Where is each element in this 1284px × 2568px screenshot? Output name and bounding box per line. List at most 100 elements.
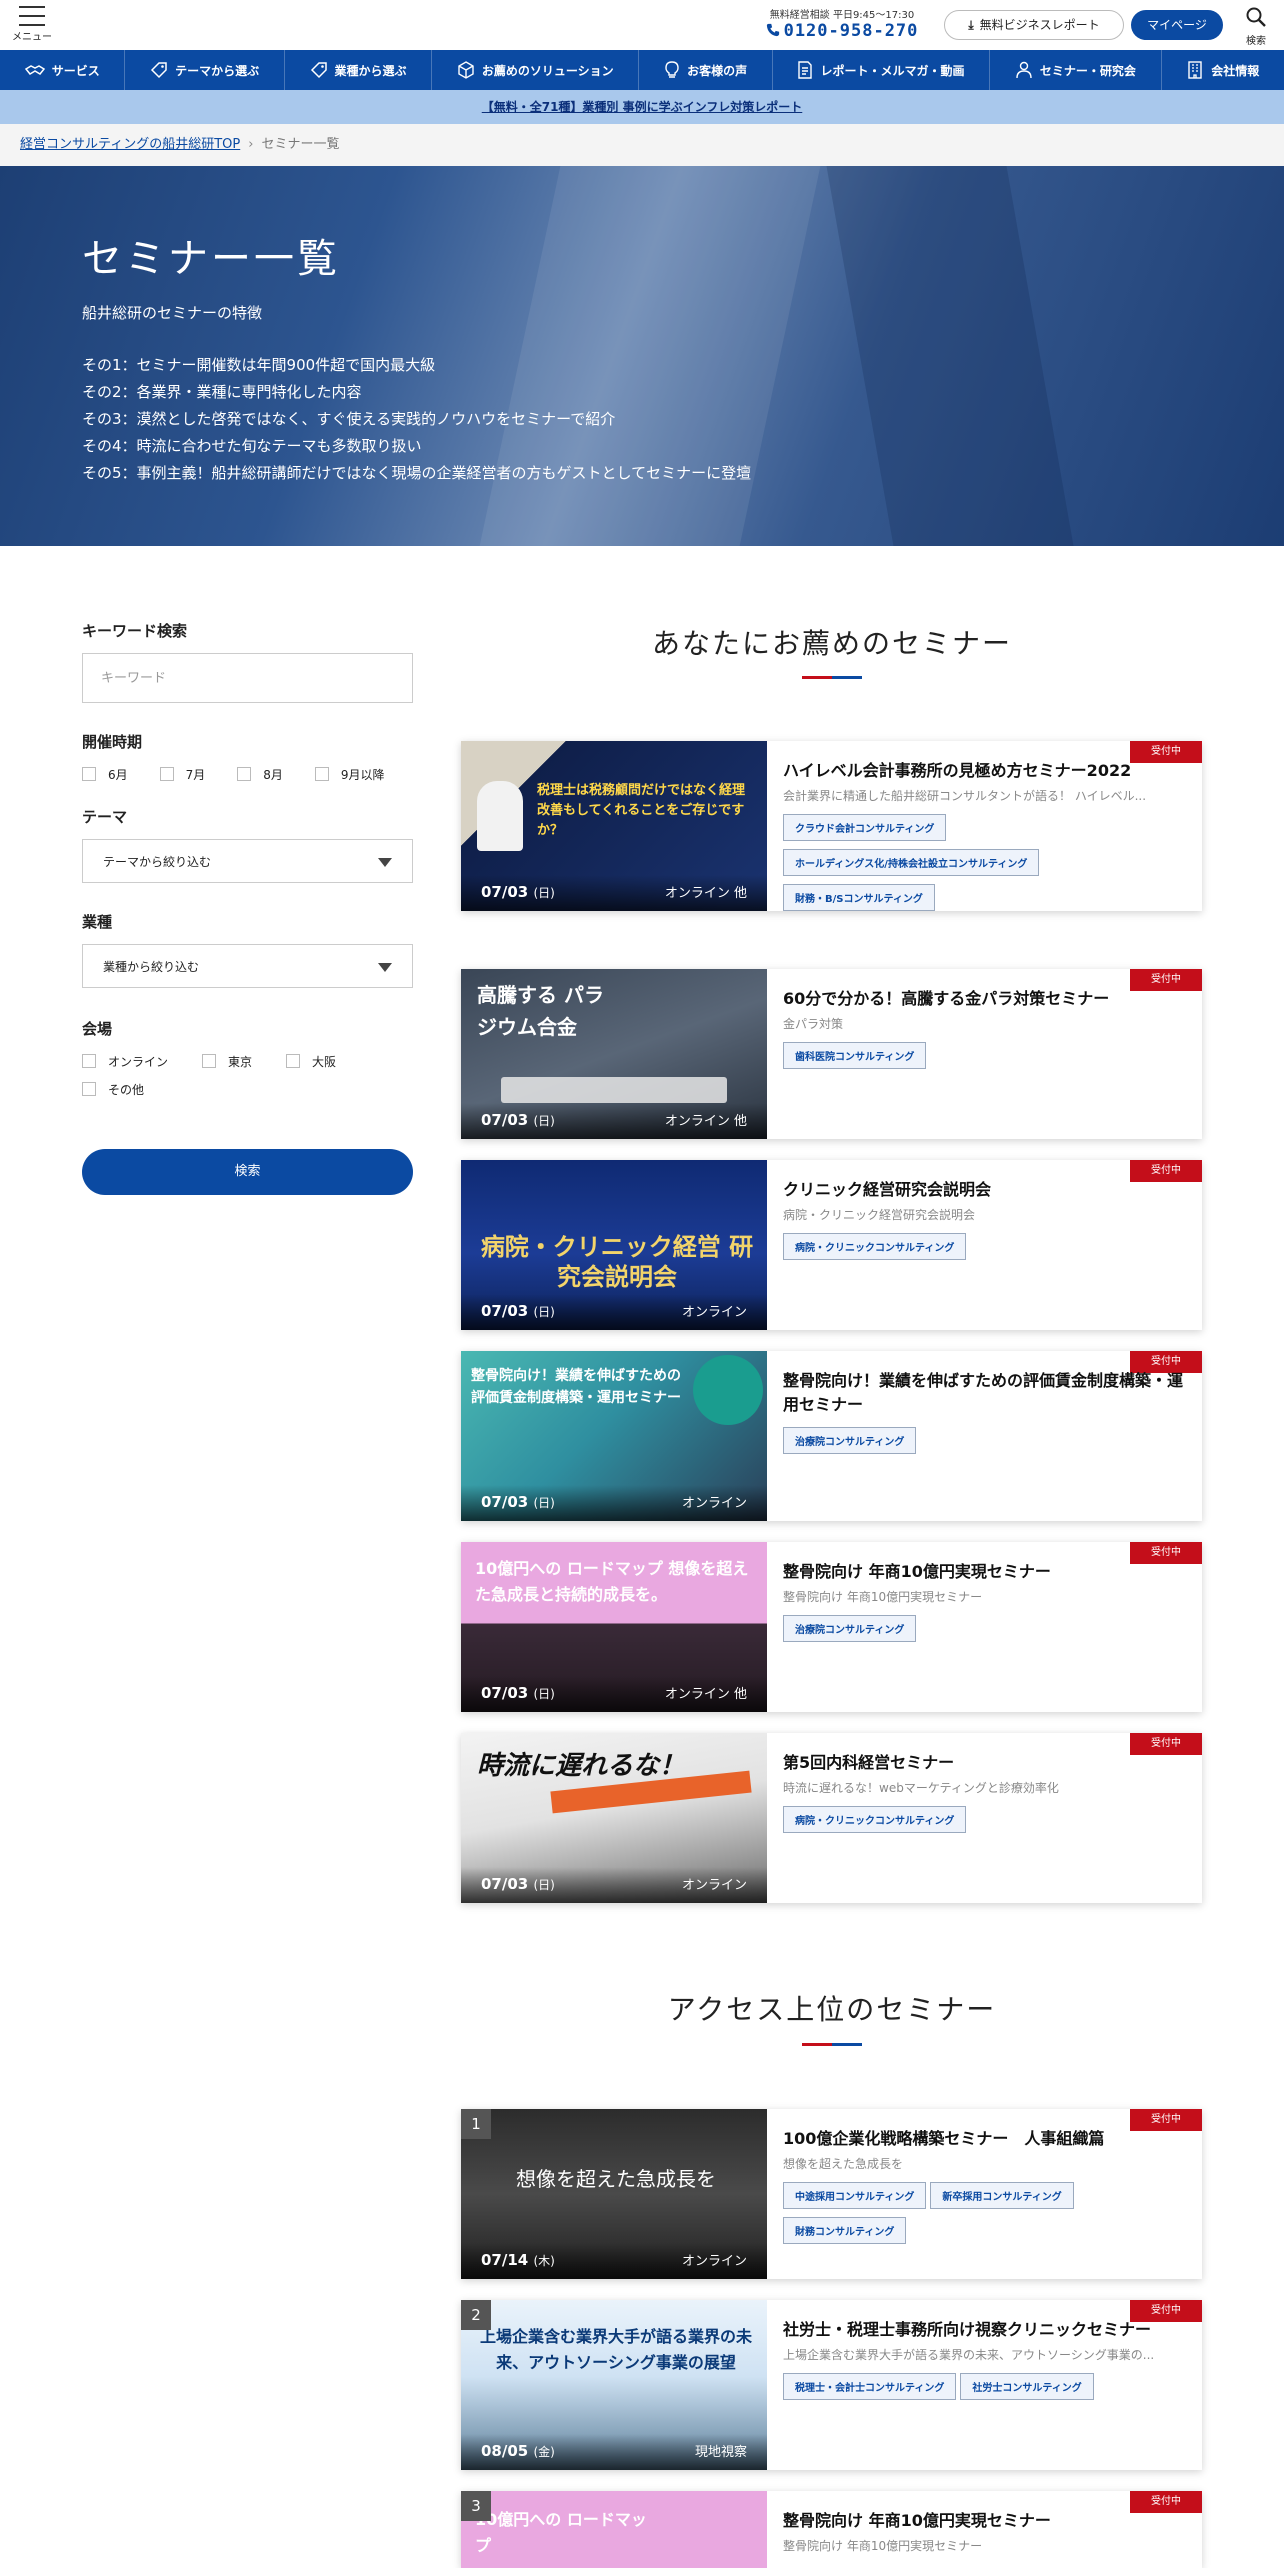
day-of-week: (金)	[533, 2445, 555, 2459]
seminar-info: 社労士・税理士事務所向け視察クリニックセミナー 上場企業含む業界大手が語る業界の…	[783, 2318, 1183, 2408]
seminar-card[interactable]: 税理士は税務顧問だけではなく経理改善もしてくれることをご存じですか？ 07/03…	[461, 741, 1202, 911]
venue-checkbox[interactable]: 大阪	[286, 1047, 336, 1075]
venue-checkbox[interactable]: 東京	[202, 1047, 252, 1075]
ranking-card[interactable]: 想像を超えた急成長を 07/14 (木) オンライン 1 受付中 100億企業化…	[461, 2109, 1202, 2279]
seminar-card[interactable]: 病院・クリニック経営 研究会説明会 07/03 (日) オンライン 受付中 クリ…	[461, 1160, 1202, 1330]
nav-item-seminar[interactable]: セミナー・研究会	[990, 50, 1162, 90]
ranking-card[interactable]: 10億円への ロードマップ 3 受付中 整骨院向け 年商10億円実現セミナー 整…	[461, 2491, 1202, 2568]
category-tag[interactable]: 治療院コンサルティング	[783, 1427, 917, 1454]
rank-badge: 1	[461, 2109, 491, 2139]
category-tag[interactable]: 歯科医院コンサルティング	[783, 1042, 927, 1069]
seminar-title[interactable]: クリニック経営研究会説明会	[783, 1178, 1183, 1202]
seminar-card[interactable]: 時流に遅れるな！ 07/03 (日) オンライン 受付中 第5回内科経営セミナー…	[461, 1733, 1202, 1903]
seminar-info: 整骨院向け 年商10億円実現セミナー 整骨院向け 年商10億円実現セミナー	[783, 2509, 1183, 2554]
checkbox-label: 8月	[263, 767, 283, 782]
page-title: セミナー一覧	[82, 236, 340, 282]
nav-item-industry[interactable]: 業種から選ぶ	[285, 50, 433, 90]
seminar-title[interactable]: 整骨院向け 年商10億円実現セミナー	[783, 2509, 1183, 2533]
seminar-title[interactable]: 整骨院向け！業績を伸ばすための評価賃金制度構築・運用セミナー	[783, 1369, 1183, 1417]
keyword-input[interactable]: キーワード	[82, 653, 413, 703]
nav-label: セミナー・研究会	[1039, 63, 1136, 78]
period-checkbox[interactable]: 6月	[82, 760, 128, 788]
venue-checkboxes: オンライン 東京 大阪 その他	[82, 1047, 413, 1103]
nav-item-company[interactable]: 会社情報	[1162, 50, 1284, 90]
download-icon: ⤓	[968, 18, 974, 32]
nav-item-voice[interactable]: お客様の声	[639, 50, 773, 90]
seminar-thumbnail: 高騰する パラジウム合金 07/03 (日) オンライン 他	[461, 969, 767, 1139]
thumbnail-text: 上場企業含む業界大手が語る業界の未来、アウトソーシング事業の展望	[479, 2327, 752, 2372]
seminar-date: 07/03 (日)	[481, 883, 555, 901]
thumbnail-text: 病院・クリニック経営 研究会説明会	[480, 1233, 754, 1291]
category-tag[interactable]: 中途採用コンサルティング	[783, 2182, 927, 2209]
category-tag[interactable]: クラウド会計コンサルティング	[783, 814, 947, 841]
period-checkbox[interactable]: 7月	[159, 760, 205, 788]
business-report-button[interactable]: ⤓ 無料ビジネスレポート	[944, 10, 1124, 40]
seminar-place: 現地視察	[694, 2445, 747, 2460]
seminar-title[interactable]: ハイレベル会計事務所の見極め方セミナー2022	[783, 759, 1183, 783]
seminar-title[interactable]: 第5回内科経営セミナー	[783, 1751, 1183, 1775]
menu-button[interactable]: メニュー	[12, 4, 52, 46]
top-bar: メニュー 無料経営相談 平日9:45〜17:30 0120-958-270 ⤓ 無…	[0, 0, 1284, 50]
category-tag[interactable]: 病院・クリニックコンサルティング	[783, 1233, 967, 1260]
seminar-info: 整骨院向け！業績を伸ばすための評価賃金制度構築・運用セミナー 治療院コンサルティ…	[783, 1369, 1183, 1462]
seminar-card[interactable]: 高騰する パラジウム合金 07/03 (日) オンライン 他 受付中 60分で分…	[461, 969, 1202, 1139]
caret-down-icon	[378, 858, 392, 867]
phone-contact[interactable]: 無料経営相談 平日9:45〜17:30 0120-958-270	[758, 6, 926, 41]
category-tag[interactable]: ホールディングス化/持株会社設立コンサルティング	[783, 849, 1040, 876]
tag-list: 歯科医院コンサルティング	[783, 1042, 1183, 1077]
category-tag[interactable]: 社労士コンサルティング	[960, 2373, 1094, 2400]
day-of-week: (木)	[533, 2254, 555, 2268]
category-tag[interactable]: 治療院コンサルティング	[783, 1615, 917, 1642]
tag-list: 治療院コンサルティング	[783, 1427, 1183, 1462]
breadcrumb-home[interactable]: 経営コンサルティングの船井総研TOP	[20, 137, 240, 152]
seminar-title[interactable]: 社労士・税理士事務所向け視察クリニックセミナー	[783, 2318, 1183, 2342]
header-search-button[interactable]: 検索	[1236, 6, 1276, 47]
nav-item-solution[interactable]: お薦めのソリューション	[432, 50, 640, 90]
ranking-card[interactable]: 上場企業含む業界大手が語る業界の未来、アウトソーシング事業の展望 08/05 (…	[461, 2300, 1202, 2470]
mypage-button[interactable]: マイページ	[1131, 10, 1223, 40]
seminar-card[interactable]: 10億円への ロードマップ 想像を超えた急成長と持続的成長を。 07/03 (日…	[461, 1542, 1202, 1712]
seminar-description: 想像を超えた急成長を	[783, 2157, 904, 2171]
nav-label: サービス	[51, 63, 100, 78]
seminar-place: オンライン	[681, 1878, 747, 1893]
venue-checkbox[interactable]: その他	[82, 1075, 144, 1103]
category-tag[interactable]: 財務コンサルティング	[783, 2217, 907, 2244]
filter-search-button[interactable]: 検索	[82, 1149, 413, 1195]
day-of-week: (日)	[533, 1687, 555, 1701]
checkbox-label: 東京	[228, 1054, 253, 1069]
cube-icon	[458, 61, 474, 79]
industry-select[interactable]: 業種から絞り込む	[82, 944, 413, 988]
promo-link[interactable]: 【無料・全71種】業種別 事例に学ぶインフレ対策レポート	[482, 100, 803, 114]
period-checkbox[interactable]: 8月	[237, 760, 283, 788]
day-of-week: (日)	[533, 1305, 555, 1319]
checkbox-label: その他	[108, 1082, 145, 1097]
checkbox-label: オンライン	[108, 1054, 169, 1069]
lightbulb-icon	[665, 61, 679, 78]
nav-item-service[interactable]: サービス	[0, 50, 126, 90]
nav-item-report[interactable]: レポート・メルマガ・動画	[773, 50, 991, 90]
seminar-title[interactable]: 100億企業化戦略構築セミナー 人事組織篇	[783, 2127, 1183, 2151]
period-checkboxes: 6月 7月 8月 9月以降	[82, 760, 413, 788]
period-checkbox[interactable]: 9月以降	[314, 760, 385, 788]
date-value: 08/05	[481, 2442, 529, 2460]
hamburger-icon	[19, 6, 45, 26]
category-tag[interactable]: 財務・B/Sコンサルティング	[783, 884, 935, 911]
hero-banner: セミナー一覧 船井総研のセミナーの特徴 その1：セミナー開催数は年間900件超で…	[0, 166, 1284, 546]
theme-select[interactable]: テーマから絞り込む	[82, 839, 413, 883]
seminar-thumbnail: 税理士は税務顧問だけではなく経理改善もしてくれることをご存じですか？ 07/03…	[461, 741, 767, 911]
thumbnail-text: 10億円への ロードマップ	[475, 2510, 647, 2555]
caret-down-icon	[378, 963, 392, 972]
theme-heading: テーマ	[82, 808, 128, 826]
category-tag[interactable]: 税理士・会計士コンサルティング	[783, 2373, 957, 2400]
category-tag[interactable]: 新卒採用コンサルティング	[930, 2182, 1074, 2209]
nav-item-theme[interactable]: テーマから選ぶ	[125, 50, 285, 90]
tag-icon	[151, 62, 167, 79]
category-tag[interactable]: 病院・クリニックコンサルティング	[783, 1806, 967, 1833]
venue-checkbox[interactable]: オンライン	[82, 1047, 168, 1075]
nav-label: 会社情報	[1211, 63, 1260, 78]
seminar-thumbnail: 時流に遅れるな！ 07/03 (日) オンライン	[461, 1733, 767, 1903]
thumbnail-text: 高騰する パラジウム合金	[477, 983, 604, 1039]
seminar-title[interactable]: 整骨院向け 年商10億円実現セミナー	[783, 1560, 1183, 1584]
seminar-title[interactable]: 60分で分かる！高騰する金パラ対策セミナー	[783, 987, 1183, 1011]
seminar-card[interactable]: 整骨院向け！業績を伸ばすための評価賃金制度構築・運用セミナー 07/03 (日)…	[461, 1351, 1202, 1521]
